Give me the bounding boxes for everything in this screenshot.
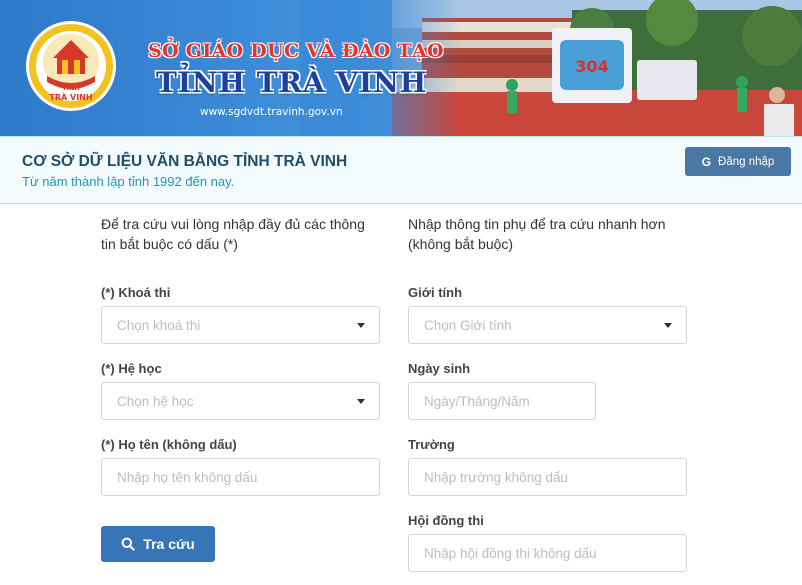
council-input-placeholder: Nhập hội đồng thi không dấu xyxy=(424,545,597,561)
page-title: CƠ SỞ DỮ LIỆU VĂN BẰNG TỈNH TRÀ VINH xyxy=(22,153,348,170)
gender-select-placeholder: Chọn Giới tính xyxy=(424,317,512,333)
dob-label: Ngày sinh xyxy=(408,361,471,376)
system-label: (*) Hệ học xyxy=(101,361,162,376)
banner-title-province: TỈNH TRÀ VINH xyxy=(156,66,428,99)
system-select-placeholder: Chọn hệ học xyxy=(117,393,194,409)
search-button[interactable]: Tra cứu xyxy=(101,526,215,562)
system-select[interactable]: Chọn hệ học xyxy=(101,382,380,420)
banner-url: www.sgdvdt.travinh.gov.vn xyxy=(200,106,343,118)
name-label: (*) Họ tên (không dấu) xyxy=(101,437,237,452)
gender-select[interactable]: Chọn Giới tính xyxy=(408,306,687,344)
svg-text:TRÀ VINH: TRÀ VINH xyxy=(49,91,92,102)
school-input-placeholder: Nhập trường không dấu xyxy=(424,469,568,485)
province-logo: TỈNH TRÀ VINH xyxy=(26,21,116,111)
login-button[interactable]: G Đăng nhập xyxy=(685,147,791,176)
banner-title-department: SỞ GIÁO DỤC VÀ ĐÀO TẠO xyxy=(148,40,444,62)
school-input[interactable]: Nhập trường không dấu xyxy=(408,458,687,496)
svg-text:304: 304 xyxy=(575,57,608,76)
council-label: Hội đồng thi xyxy=(408,513,484,528)
login-button-label: Đăng nhập xyxy=(718,155,775,168)
dob-input[interactable]: Ngày/Tháng/Năm xyxy=(408,382,596,420)
google-icon: G xyxy=(701,154,712,169)
search-button-label: Tra cứu xyxy=(143,536,195,552)
name-input[interactable]: Nhập họ tên không dấu xyxy=(101,458,380,496)
chevron-down-icon xyxy=(664,323,672,328)
gender-label: Giới tính xyxy=(408,285,463,300)
exam-select-placeholder: Chọn khoá thi xyxy=(117,317,201,333)
svg-text:TỈNH: TỈNH xyxy=(62,82,80,92)
council-input[interactable]: Nhập hội đồng thi không dấu xyxy=(408,534,687,572)
school-label: Trường xyxy=(408,437,455,452)
chevron-down-icon xyxy=(357,399,365,404)
search-icon xyxy=(121,537,135,551)
optional-intro: Nhập thông tin phụ để tra cứu nhanh hơn … xyxy=(408,216,666,252)
page-subtitle: Từ năm thành lập tỉnh 1992 đến nay. xyxy=(22,174,235,189)
required-intro: Để tra cứu vui lòng nhập đầy đủ các thôn… xyxy=(101,216,365,252)
chevron-down-icon xyxy=(357,323,365,328)
exam-label: (*) Khoá thi xyxy=(101,285,171,300)
site-banner: 304 TỈNH TRÀ VINH SỞ GIÁO DỤC VÀ ĐÀO TẠO… xyxy=(0,0,802,136)
page-header: CƠ SỞ DỮ LIỆU VĂN BẰNG TỈNH TRÀ VINH Từ … xyxy=(0,136,802,204)
dob-input-placeholder: Ngày/Tháng/Năm xyxy=(424,393,530,409)
exam-select[interactable]: Chọn khoá thi xyxy=(101,306,380,344)
name-input-placeholder: Nhập họ tên không dấu xyxy=(117,469,258,485)
